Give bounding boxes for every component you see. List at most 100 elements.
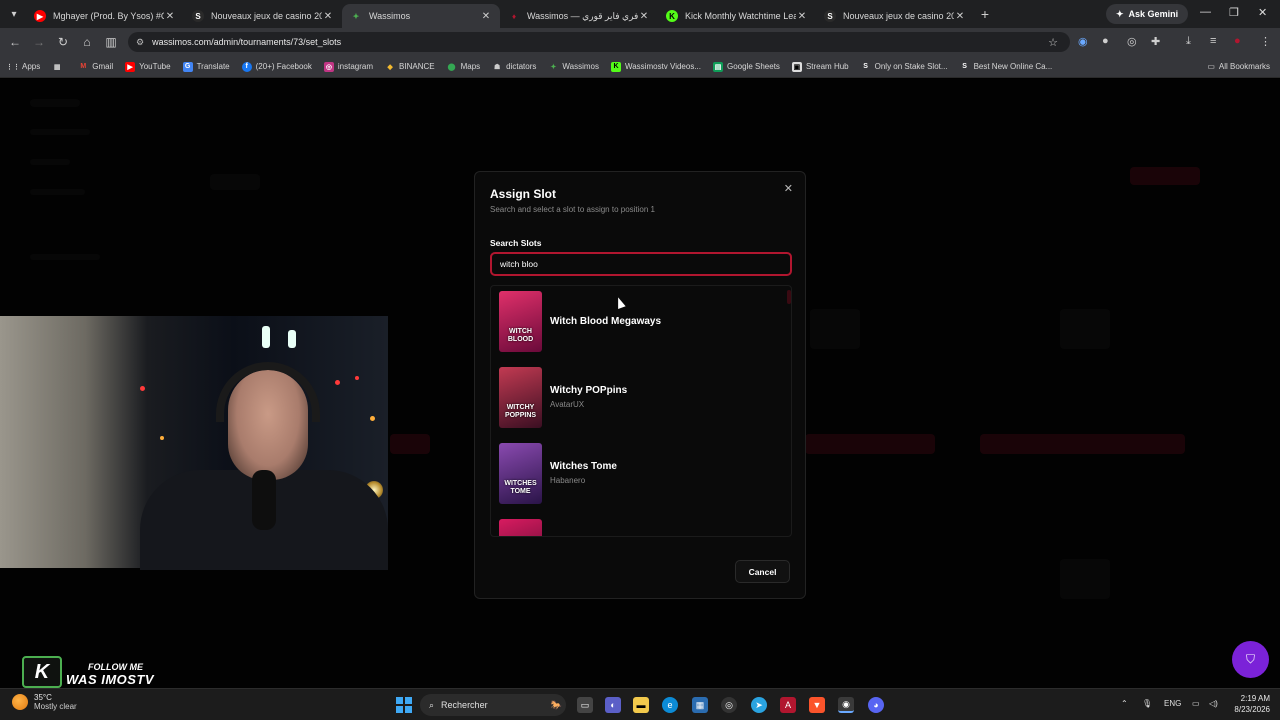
download-icon[interactable]: ⤓ (1186, 35, 1191, 48)
all-bookmarks-label: All Bookmarks (1218, 62, 1270, 71)
bookmarks-bar: ⋮⋮ Apps ▦ M Gmail ▶ YouTube G Translate f (20… (0, 56, 1280, 78)
close-icon[interactable]: ✕ (480, 11, 492, 22)
shield-chat-button[interactable]: ⛉ (1232, 641, 1269, 678)
chrome-icon[interactable]: ◉ (838, 697, 854, 713)
home-icon[interactable]: ⌂ (75, 35, 99, 49)
extension-icon[interactable]: ● (1102, 35, 1109, 47)
bookmark-label: Wassimostv Videos... (624, 62, 701, 71)
language-indicator[interactable]: ENG (1164, 699, 1181, 708)
browser-tab-active[interactable]: ✦ Wassimos ✕ (342, 4, 500, 28)
windows-start-icon[interactable] (396, 697, 412, 713)
volume-icon[interactable]: ◁) (1209, 699, 1218, 708)
browser-tab[interactable]: ▶ Mghayer (Prod. By Ysos) #CAM ✕ (26, 4, 184, 28)
taskbar-search[interactable]: ⌕ Rechercher 🐎 (420, 694, 566, 716)
tray-overflow-icon[interactable]: ⌃ (1121, 699, 1128, 708)
bookmark-item[interactable]: K Wassimostv Videos... (610, 61, 701, 72)
bookmark-item[interactable]: ⬤ Maps (447, 62, 480, 72)
bookmark-label: dictators (506, 62, 537, 71)
new-tab-button[interactable]: + (974, 6, 996, 22)
bookmark-item[interactable]: M Gmail (78, 62, 113, 72)
task-view-icon[interactable]: ▭ (577, 697, 593, 713)
tab-title: Wassimos (369, 11, 411, 21)
bookmark-star-icon[interactable]: ☆ (1048, 36, 1058, 49)
dialog-subtitle: Search and select a slot to assign to po… (490, 205, 655, 214)
cancel-button[interactable]: Cancel (735, 560, 790, 583)
slot-result-item[interactable]: WITCHY POPPINS Witchy POPpins AvatarUX (499, 366, 784, 428)
bookmark-label: (20+) Facebook (255, 62, 312, 71)
bookmark-item[interactable]: ⋮⋮ Apps (6, 62, 40, 72)
bookmark-item[interactable]: S Best New Online Ca... (960, 62, 1052, 72)
search-slots-input[interactable] (490, 252, 792, 276)
file-explorer-icon[interactable]: ▬ (633, 697, 649, 713)
bookmark-item[interactable]: G Translate (182, 61, 230, 72)
microphone-icon[interactable]: 🎙 (1142, 699, 1152, 708)
slot-results-list[interactable]: WITCH BLOOD Witch Blood Megaways WITCHY … (490, 285, 792, 537)
kick-icon: K (666, 10, 678, 22)
address-bar[interactable]: ⚙ wassimos.com/admin/tournaments/73/set_… (128, 32, 1070, 52)
browser-tab[interactable]: ♦ Wassimos — واهر فري فاير قوري ✕ (500, 4, 658, 28)
network-icon[interactable]: ▭ (1192, 699, 1200, 708)
close-icon[interactable]: ✕ (796, 11, 808, 22)
dialog-title: Assign Slot (490, 187, 557, 201)
search-placeholder: Rechercher (441, 700, 488, 710)
bookmark-item[interactable]: f (20+) Facebook (241, 61, 312, 72)
all-bookmarks[interactable]: ▭ All Bookmarks (1207, 62, 1270, 71)
close-icon[interactable]: ✕ (638, 11, 650, 22)
bookmark-item[interactable]: ◆ BINANCE (385, 62, 435, 72)
assign-slot-dialog: Assign Slot Search and select a slot to … (474, 171, 806, 599)
slot-result-item[interactable]: WITCHES TOME Witches Tome Habanero (499, 442, 784, 504)
back-icon[interactable]: ← (3, 35, 27, 49)
adobe-icon[interactable]: A (780, 697, 796, 713)
ask-gemini-label: Ask Gemini (1128, 9, 1179, 19)
copilot-icon[interactable]: ◐ (605, 697, 621, 713)
extension-icon[interactable]: ◉ (1078, 35, 1088, 48)
slot-result-item[interactable]: WITCH BLOOD Witch Blood Megaways (499, 290, 784, 352)
follow-me-text: FOLLOW ME (88, 662, 143, 672)
reload-icon[interactable]: ↻ (51, 35, 75, 49)
slot-result-item-partial[interactable] (499, 518, 784, 536)
stake-icon: S (863, 63, 868, 70)
browser-tab[interactable]: K Kick Monthly Watchtime Leade ✕ (658, 4, 816, 28)
browser-tab[interactable]: S Nouveaux jeux de casino 2026 ✕ (816, 4, 974, 28)
edge-icon[interactable]: e (662, 697, 678, 713)
close-icon[interactable]: ✕ (164, 11, 176, 22)
bookmark-item[interactable]: ▦ (52, 62, 66, 72)
wassimos-icon: ♦ (511, 11, 517, 21)
bookmark-label: BINANCE (399, 62, 435, 71)
close-icon[interactable]: ✕ (784, 182, 793, 195)
bookmark-item[interactable]: ✦ Wassimos (548, 62, 599, 72)
restore-icon[interactable]: ❐ (1229, 6, 1239, 19)
results-scrollbar[interactable] (787, 290, 791, 304)
close-icon[interactable]: ✕ (954, 11, 966, 22)
media-icon[interactable]: ≡ (1210, 35, 1216, 47)
browser-tab[interactable]: S Nouveaux jeux de casino 2026 ✕ (184, 4, 342, 28)
profile-avatar-icon[interactable]: ● (1234, 35, 1241, 47)
close-window-icon[interactable]: ✕ (1258, 6, 1267, 19)
weather-widget[interactable]: 35°C Mostly clear (12, 693, 77, 711)
telegram-icon[interactable]: ➤ (751, 697, 767, 713)
site-info-icon[interactable]: ⚙ (136, 37, 144, 48)
bookmark-item[interactable]: ◎ instagram (323, 61, 373, 72)
extensions-puzzle-icon[interactable]: ✚ (1151, 35, 1160, 48)
bookmark-item[interactable]: ▶ YouTube (125, 61, 171, 72)
bookmark-item[interactable]: ▣ Stream Hub (791, 61, 849, 72)
bookmark-item[interactable]: S Only on Stake Slot... (861, 62, 947, 72)
url-text: wassimos.com/admin/tournaments/73/set_sl… (152, 37, 342, 47)
system-clock[interactable]: 2:19 AM 8/23/2026 (1226, 693, 1270, 715)
gmail-icon: M (80, 63, 87, 70)
bookmark-item[interactable]: ▤ Google Sheets (713, 61, 780, 72)
side-panel-icon[interactable]: ▥ (99, 35, 123, 49)
extension-icon[interactable]: ◎ (1127, 35, 1137, 48)
slot-name: Witchy POPpins (550, 385, 628, 396)
forward-icon[interactable]: → (27, 35, 51, 49)
store-icon[interactable]: ▦ (692, 697, 708, 713)
brave-icon[interactable]: ▼ (809, 697, 825, 713)
minimize-icon[interactable]: — (1200, 6, 1211, 18)
ask-gemini-button[interactable]: ✦ Ask Gemini (1106, 4, 1189, 24)
menu-kebab-icon[interactable]: ⋮ (1260, 35, 1271, 48)
tab-search-button[interactable]: ▾ (2, 4, 26, 24)
close-icon[interactable]: ✕ (322, 11, 334, 22)
bookmark-item[interactable]: ☗ dictators (492, 62, 536, 72)
app-icon[interactable]: ◎ (721, 697, 737, 713)
discord-icon[interactable]: ◕ (868, 697, 884, 713)
